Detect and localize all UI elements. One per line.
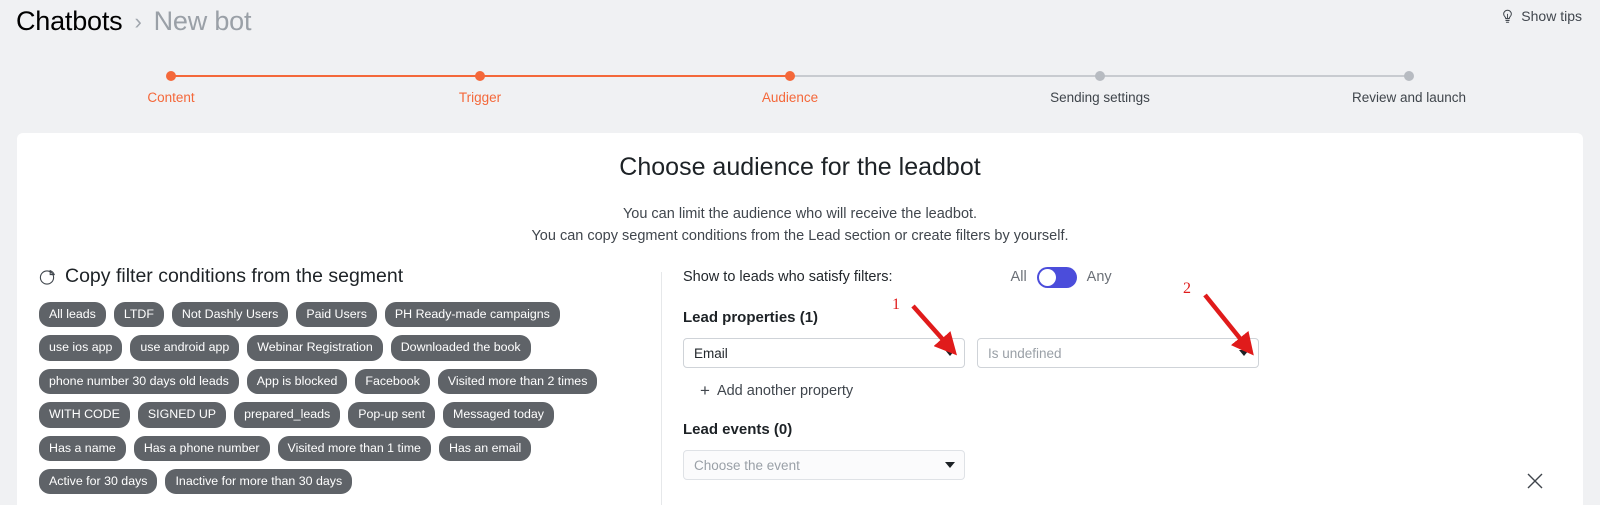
segment-tag[interactable]: All leads bbox=[39, 302, 106, 328]
filters-panel: Show to leads who satisfy filters: All A… bbox=[683, 265, 1563, 480]
chevron-down-icon[interactable] bbox=[945, 350, 955, 356]
annotation-number-1: 1 bbox=[892, 296, 900, 313]
stepper-segment-3 bbox=[790, 75, 1100, 77]
match-mode-option-all[interactable]: All bbox=[1011, 269, 1027, 285]
match-mode-label: Show to leads who satisfy filters: bbox=[683, 269, 893, 285]
stepper-segment-4 bbox=[1100, 75, 1409, 77]
column-divider bbox=[661, 272, 662, 505]
page-title: Choose audience for the leadbot bbox=[619, 153, 981, 181]
event-placeholder: Choose the event bbox=[694, 457, 800, 473]
chevron-down-icon[interactable] bbox=[1239, 350, 1249, 356]
segment-tag[interactable]: LTDF bbox=[113, 302, 164, 328]
match-mode-toggle[interactable] bbox=[1036, 266, 1077, 288]
wizard-stepper: Content Trigger Audience Sending setting… bbox=[0, 60, 1600, 115]
match-mode-row: Show to leads who satisfy filters: All A… bbox=[683, 265, 1563, 289]
property-field-value: Email bbox=[694, 345, 728, 361]
property-operator-select[interactable]: Is undefined bbox=[977, 338, 1259, 368]
stepper-segment-1 bbox=[171, 75, 480, 77]
lead-properties-title: Lead properties (1) bbox=[683, 309, 819, 326]
add-another-property-label: Add another property bbox=[716, 382, 854, 399]
lead-property-row: Email Is undefined bbox=[683, 338, 1563, 368]
property-operator-value: Is undefined bbox=[988, 345, 1062, 361]
page-subtitle-line2: You can copy segment conditions from the… bbox=[531, 228, 1069, 244]
stepper-dot-trigger[interactable] bbox=[475, 71, 485, 81]
segment-tag[interactable]: WITH CODE bbox=[39, 402, 130, 428]
stepper-dot-content[interactable] bbox=[166, 71, 176, 81]
segment-tag[interactable]: Active for 30 days bbox=[39, 469, 158, 495]
segment-tag[interactable]: Visited more than 1 time bbox=[277, 435, 431, 462]
show-tips-label: Show tips bbox=[1521, 8, 1582, 24]
segment-tag[interactable]: Has a name bbox=[39, 435, 126, 462]
close-icon bbox=[1527, 473, 1543, 489]
add-another-property-button[interactable]: + Add another property bbox=[700, 382, 1563, 399]
segment-tag[interactable]: Has a phone number bbox=[133, 435, 270, 462]
property-field-select[interactable]: Email bbox=[683, 338, 965, 368]
event-select[interactable]: Choose the event bbox=[683, 450, 965, 480]
stepper-track bbox=[166, 71, 1414, 81]
chevron-down-icon[interactable] bbox=[945, 462, 955, 468]
segment-tag[interactable]: Not Dashly Users bbox=[171, 302, 289, 328]
lead-event-row: Choose the event bbox=[683, 450, 1563, 480]
segment-tag[interactable]: prepared_leads bbox=[234, 402, 341, 428]
show-tips-button[interactable]: Show tips bbox=[1500, 8, 1582, 24]
stepper-label-trigger[interactable]: Trigger bbox=[459, 90, 501, 105]
segment-tag[interactable]: Visited more than 2 times bbox=[437, 368, 598, 395]
stepper-label-content[interactable]: Content bbox=[147, 90, 194, 105]
segment-tag[interactable]: Paid Users bbox=[296, 302, 377, 328]
annotation-number-2: 2 bbox=[1183, 280, 1191, 297]
segment-tag[interactable]: SIGNED UP bbox=[137, 402, 227, 428]
segment-tag[interactable]: use android app bbox=[130, 335, 240, 361]
breadcrumb-root[interactable]: Chatbots bbox=[16, 6, 123, 37]
segment-tag[interactable]: Messaged today bbox=[443, 402, 554, 428]
stepper-dot-audience[interactable] bbox=[785, 71, 795, 81]
segments-heading: Copy filter conditions from the segment bbox=[39, 265, 649, 288]
segment-tag-list: All leads LTDF Not Dashly Users Paid Use… bbox=[39, 302, 639, 495]
segment-tag[interactable]: phone number 30 days old leads bbox=[39, 368, 239, 395]
segment-tag[interactable]: PH Ready-made campaigns bbox=[384, 302, 560, 328]
segment-tag[interactable]: Inactive for more than 30 days bbox=[165, 469, 353, 495]
segment-tag[interactable]: App is blocked bbox=[246, 368, 348, 395]
breadcrumb-separator-icon: › bbox=[134, 8, 142, 34]
segment-tag[interactable]: Pop-up sent bbox=[348, 402, 436, 428]
stepper-label-review[interactable]: Review and launch bbox=[1352, 90, 1466, 105]
page-subtitle-line1: You can limit the audience who will rece… bbox=[622, 206, 978, 222]
stepper-label-audience[interactable]: Audience bbox=[762, 90, 818, 105]
segments-panel: Copy filter conditions from the segment … bbox=[39, 265, 649, 495]
lead-events-title: Lead events (0) bbox=[683, 421, 793, 438]
stepper-dot-review[interactable] bbox=[1404, 71, 1414, 81]
pie-chart-icon bbox=[39, 269, 55, 285]
toggle-knob bbox=[1038, 268, 1056, 286]
segment-tag[interactable]: Webinar Registration bbox=[247, 335, 383, 361]
segment-tag[interactable]: Downloaded the book bbox=[390, 335, 531, 361]
segment-tag[interactable]: Has an email bbox=[438, 435, 532, 462]
segments-heading-label: Copy filter conditions from the segment bbox=[65, 265, 404, 287]
match-mode-option-any[interactable]: Any bbox=[1087, 269, 1112, 285]
lightbulb-icon bbox=[1503, 9, 1513, 23]
plus-icon: + bbox=[700, 381, 710, 400]
breadcrumb-current: New bot bbox=[153, 6, 252, 36]
audience-card: Choose audience for the leadbot You can … bbox=[17, 133, 1583, 505]
breadcrumb: Chatbots › New bot bbox=[16, 6, 251, 37]
segment-tag[interactable]: use ios app bbox=[39, 335, 123, 361]
top-bar: Chatbots › New bot Show tips bbox=[0, 0, 1600, 50]
stepper-dot-sending[interactable] bbox=[1095, 71, 1105, 81]
stepper-label-sending[interactable]: Sending settings bbox=[1050, 90, 1150, 105]
segment-tag[interactable]: Facebook bbox=[355, 368, 430, 395]
app-root: Chatbots › New bot Show tips Content Tri… bbox=[0, 0, 1600, 505]
remove-filter-button[interactable] bbox=[1525, 471, 1545, 491]
stepper-segment-2 bbox=[480, 75, 790, 77]
